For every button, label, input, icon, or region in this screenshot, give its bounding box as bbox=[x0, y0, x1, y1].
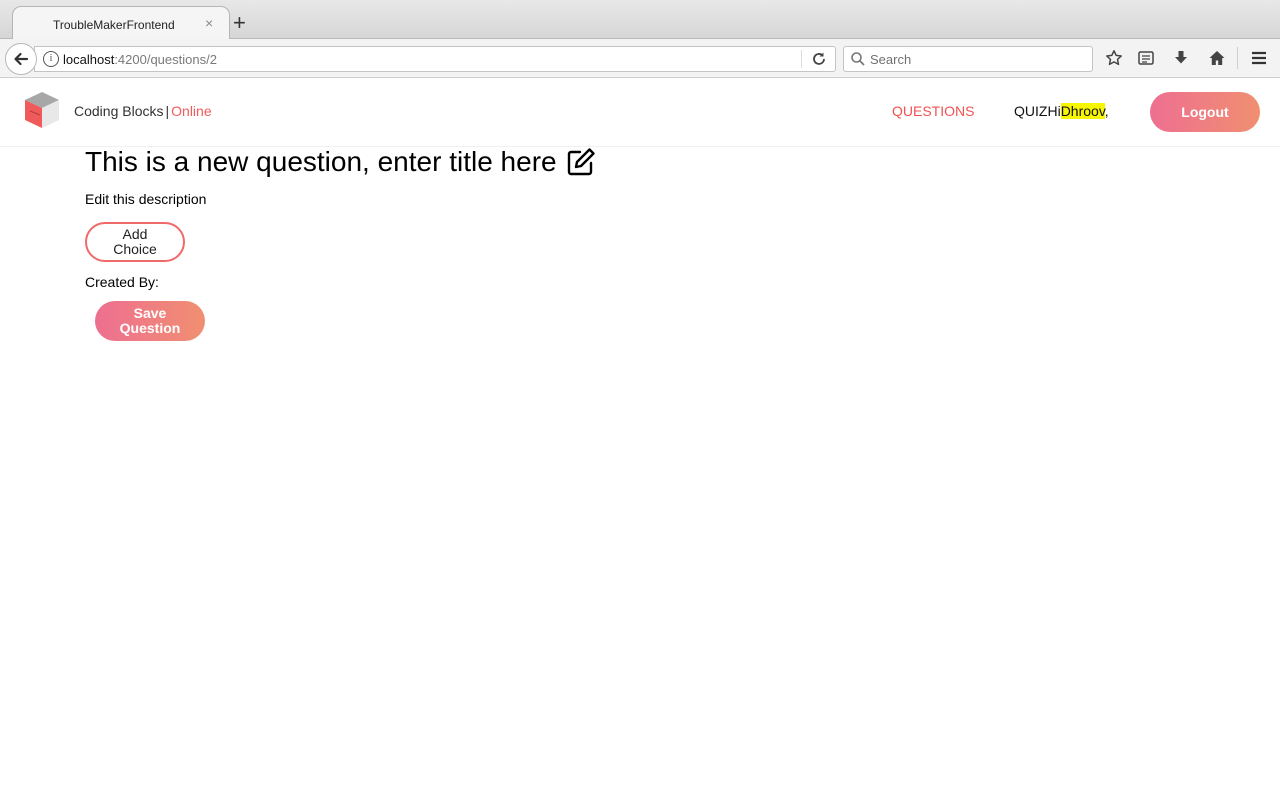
url-text[interactable]: localhost:4200/questions/2 bbox=[63, 52, 217, 67]
download-icon[interactable] bbox=[1172, 49, 1190, 67]
toolbar-separator bbox=[1237, 47, 1238, 69]
reading-list-icon[interactable] bbox=[1137, 49, 1155, 67]
url-separator bbox=[801, 50, 802, 68]
hamburger-menu-icon[interactable] bbox=[1250, 49, 1268, 67]
nav-quiz-area: QUIZHiDhroov, bbox=[1014, 103, 1109, 119]
new-tab-icon[interactable]: + bbox=[233, 12, 246, 34]
question-description[interactable]: Edit this description bbox=[85, 191, 206, 207]
edit-icon[interactable] bbox=[565, 146, 597, 178]
browser-tab-bar: TroubleMakerFrontend × + bbox=[0, 0, 1280, 40]
brand-name[interactable]: Coding Blocks | Online bbox=[74, 103, 212, 119]
star-icon[interactable] bbox=[1105, 49, 1123, 67]
greeting-text: Hi bbox=[1047, 103, 1061, 119]
browser-tab[interactable]: TroubleMakerFrontend × bbox=[12, 6, 230, 40]
created-by-label: Created By: bbox=[85, 274, 159, 290]
browser-nav-bar: i localhost:4200/questions/2 Search bbox=[0, 39, 1280, 78]
search-placeholder: Search bbox=[870, 52, 912, 67]
tab-title: TroubleMakerFrontend bbox=[53, 18, 175, 32]
info-icon[interactable]: i bbox=[43, 51, 59, 67]
logo-cube-icon[interactable] bbox=[22, 90, 62, 130]
app-header: Coding Blocks | Online QUESTIONS QUIZHiDhr… bbox=[0, 78, 1280, 147]
search-bar[interactable]: Search bbox=[843, 46, 1093, 72]
brand-separator: | bbox=[165, 103, 170, 119]
question-title-row: This is a new question, enter title here bbox=[85, 146, 597, 178]
add-choice-button[interactable]: Add Choice bbox=[85, 222, 185, 262]
logout-button[interactable]: Logout bbox=[1150, 92, 1260, 132]
tab-close-icon[interactable]: × bbox=[205, 15, 213, 31]
brand-suffix: Online bbox=[171, 103, 212, 119]
home-icon[interactable] bbox=[1208, 49, 1226, 67]
question-title[interactable]: This is a new question, enter title here bbox=[85, 146, 557, 178]
nav-questions-link[interactable]: QUESTIONS bbox=[892, 103, 974, 119]
nav-quiz-link[interactable]: QUIZ bbox=[1014, 103, 1047, 119]
reload-icon[interactable] bbox=[810, 50, 828, 68]
url-bar[interactable]: i localhost:4200/questions/2 bbox=[34, 46, 836, 72]
search-icon bbox=[851, 52, 865, 66]
url-host: localhost bbox=[63, 52, 115, 67]
user-name: Dhroov bbox=[1060, 103, 1105, 119]
back-button[interactable] bbox=[5, 43, 37, 75]
url-path: :4200/questions/2 bbox=[114, 52, 217, 67]
back-arrow-icon bbox=[14, 52, 29, 66]
save-question-button[interactable]: Save Question bbox=[95, 301, 205, 341]
greeting-suffix: , bbox=[1104, 103, 1109, 119]
brand-text: Coding Blocks bbox=[74, 103, 164, 119]
